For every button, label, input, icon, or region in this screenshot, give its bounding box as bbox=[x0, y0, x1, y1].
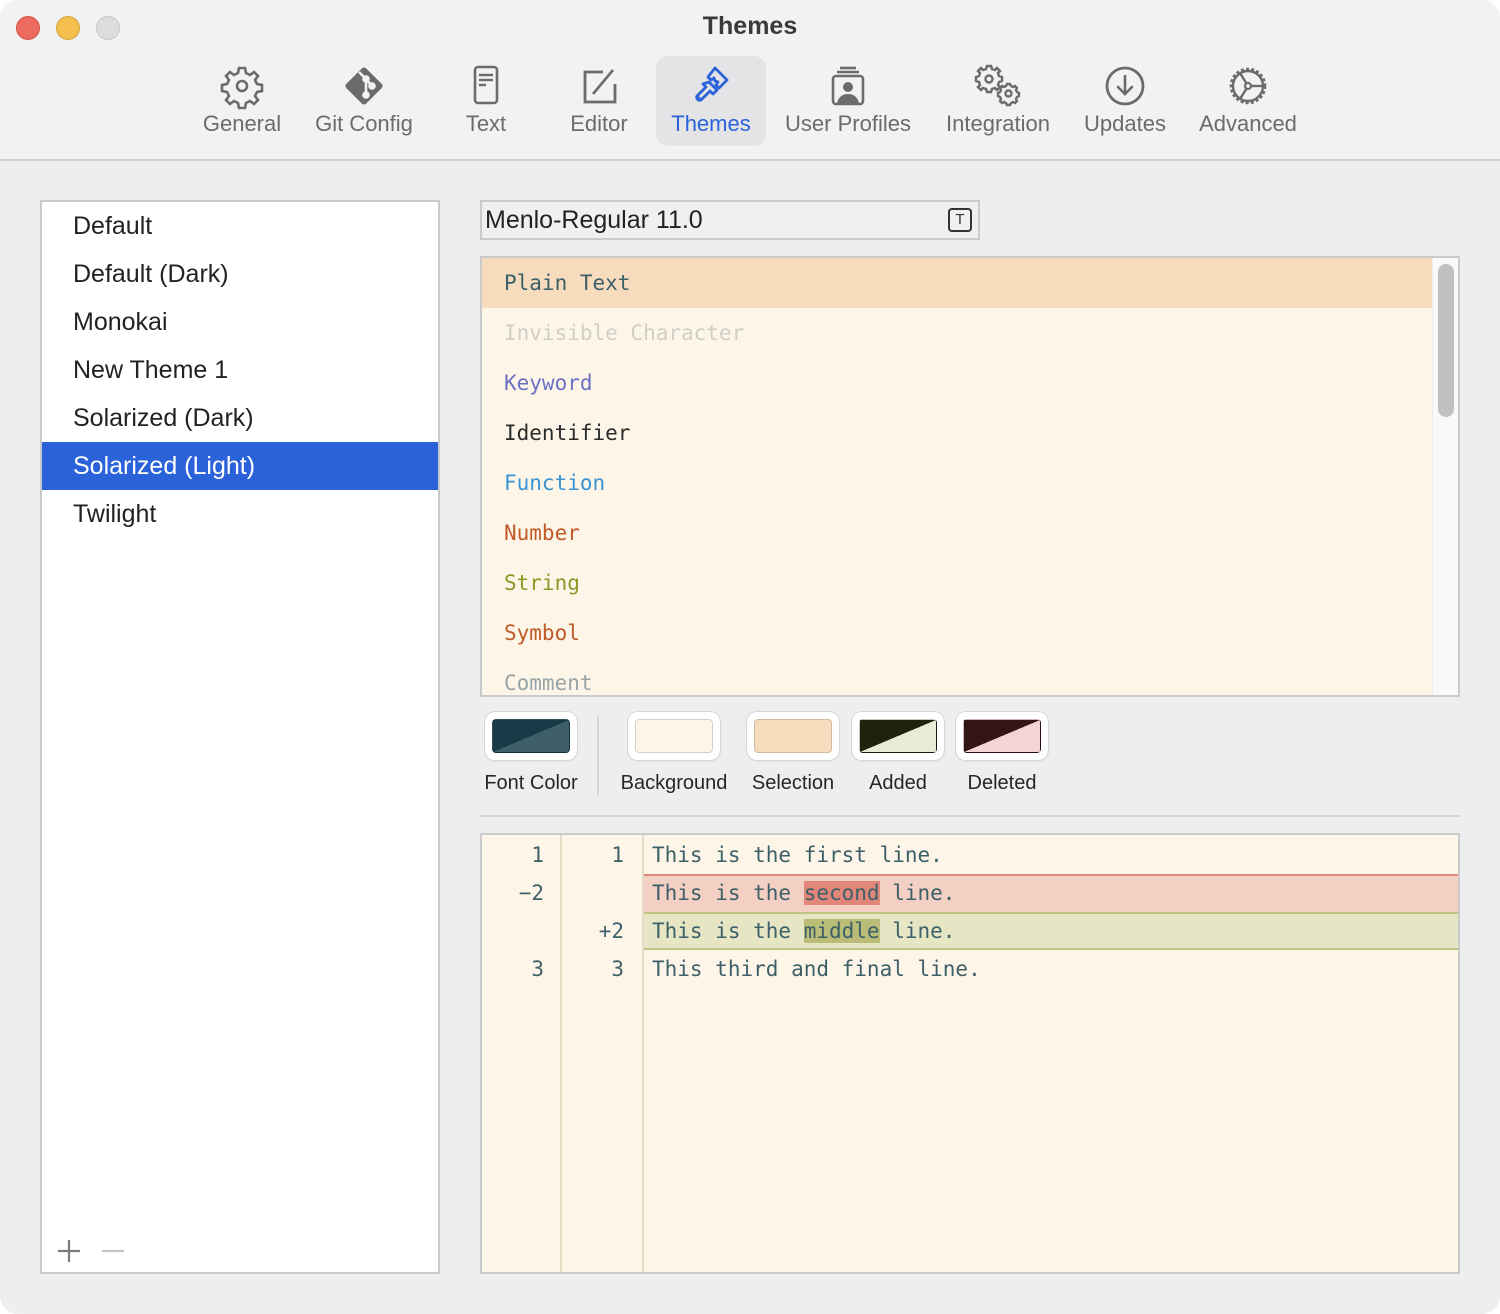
color-well-font-color[interactable] bbox=[485, 712, 577, 760]
color-sample bbox=[635, 719, 713, 753]
tab-integration[interactable]: Integration bbox=[936, 56, 1060, 146]
new-line-number: +2 bbox=[598, 919, 624, 943]
tab-updates[interactable]: Updates bbox=[1076, 56, 1174, 146]
new-line-number: 1 bbox=[611, 843, 624, 867]
tab-general-label: General bbox=[202, 111, 282, 136]
diff-text-after: line. bbox=[879, 919, 956, 943]
document-text-icon bbox=[473, 65, 499, 105]
git-icon bbox=[345, 67, 383, 105]
color-sample bbox=[754, 719, 832, 753]
syntax-element-row[interactable]: String bbox=[482, 558, 1432, 608]
diff-line-text: This is the second line. bbox=[652, 874, 955, 912]
tab-user-profiles-label: User Profiles bbox=[785, 111, 911, 136]
tab-editor-label: Editor bbox=[570, 111, 628, 136]
syntax-scrollbar-thumb[interactable] bbox=[1438, 264, 1454, 417]
tab-git-config-label: Git Config bbox=[315, 111, 413, 136]
theme-list-item-selected[interactable]: Solarized (Light) bbox=[42, 442, 438, 490]
color-well-frame bbox=[485, 712, 577, 760]
old-line-number: 1 bbox=[531, 843, 544, 867]
tab-text[interactable]: Text bbox=[440, 56, 532, 146]
syntax-element-row[interactable]: Keyword bbox=[482, 358, 1432, 408]
new-line-number: 3 bbox=[611, 957, 624, 981]
diff-text-after: line. bbox=[879, 881, 956, 905]
diff-line-deleted: −2 This is the second line. bbox=[482, 874, 1458, 912]
color-well-frame bbox=[852, 712, 944, 760]
diff-line-text: This third and final line. bbox=[652, 950, 981, 988]
diff-text-before: This is the bbox=[652, 919, 804, 943]
diff-line-added: +2 This is the middle line. bbox=[482, 912, 1458, 950]
diff-preview: 1 1 This is the first line. −2 This is the s… bbox=[480, 833, 1460, 1274]
theme-list[interactable]: Default Default (Dark) Monokai New Theme… bbox=[40, 200, 440, 1274]
user-profiles-icon bbox=[831, 66, 865, 106]
color-well-background[interactable] bbox=[628, 712, 720, 760]
tab-advanced-label: Advanced bbox=[1199, 111, 1297, 136]
diff-word-highlight: second bbox=[803, 881, 880, 905]
swatch-divider bbox=[597, 715, 599, 795]
diff-text-before: This is the first line. bbox=[652, 843, 943, 867]
diff-line-context: 1 1 This is the first line. bbox=[482, 836, 1458, 874]
old-line-number: −2 bbox=[518, 881, 544, 905]
color-well-deleted[interactable] bbox=[956, 712, 1048, 760]
theme-list-item[interactable]: Default (Dark) bbox=[42, 250, 438, 298]
color-well-frame bbox=[628, 712, 720, 760]
color-well-frame bbox=[956, 712, 1048, 760]
color-well-label: Deleted bbox=[967, 772, 1037, 794]
diff-word-highlight: middle bbox=[803, 919, 880, 943]
tab-themes-label: Themes bbox=[671, 111, 751, 136]
theme-list-item[interactable]: New Theme 1 bbox=[42, 346, 438, 394]
color-sample bbox=[492, 719, 570, 753]
section-divider bbox=[480, 815, 1460, 817]
tab-integration-label: Integration bbox=[946, 111, 1050, 136]
window-title: Themes bbox=[702, 12, 798, 40]
gear-icon bbox=[220, 66, 264, 110]
tab-themes[interactable]: Themes bbox=[656, 56, 766, 146]
syntax-element-row[interactable]: Invisible Character bbox=[482, 308, 1432, 358]
syntax-element-row[interactable]: Plain Text bbox=[482, 258, 1432, 308]
diff-line-text: This is the middle line. bbox=[652, 912, 955, 950]
syntax-element-row[interactable]: Identifier bbox=[482, 408, 1432, 458]
old-line-number: 3 bbox=[531, 957, 544, 981]
paintbrush-icon bbox=[695, 66, 729, 102]
syntax-element-row[interactable]: Symbol bbox=[482, 608, 1432, 658]
tab-git-config[interactable]: Git Config bbox=[306, 56, 422, 146]
edit-icon bbox=[583, 69, 617, 104]
color-sample bbox=[963, 719, 1041, 753]
tab-editor[interactable]: Editor bbox=[552, 56, 646, 146]
gears-icon bbox=[974, 64, 1021, 107]
themes-preferences-window: Themes General Git Config Text Editor Th… bbox=[0, 0, 1500, 1314]
syntax-element-row[interactable]: Number bbox=[482, 508, 1432, 558]
tab-general[interactable]: General bbox=[196, 56, 288, 146]
download-circle-icon bbox=[1105, 66, 1145, 106]
diff-text-before: This third and final line. bbox=[652, 957, 981, 981]
syntax-element-row[interactable]: Comment bbox=[482, 658, 1432, 695]
tab-user-profiles[interactable]: User Profiles bbox=[778, 56, 918, 146]
syntax-elements-list[interactable]: Plain Text Invisible Character Keyword Iden… bbox=[480, 256, 1460, 697]
color-well-frame bbox=[747, 712, 839, 760]
syntax-element-row[interactable]: Function bbox=[482, 458, 1432, 508]
advanced-gear-icon bbox=[1229, 67, 1267, 105]
theme-list-item[interactable]: Default bbox=[42, 202, 438, 250]
theme-list-item[interactable]: Twilight bbox=[42, 490, 438, 538]
color-well-selection[interactable] bbox=[747, 712, 839, 760]
color-well-label: Font Color bbox=[484, 772, 578, 794]
diff-text-before: This is the bbox=[652, 881, 804, 905]
color-sample bbox=[859, 719, 937, 753]
theme-list-item[interactable]: Solarized (Dark) bbox=[42, 394, 438, 442]
tab-text-label: Text bbox=[465, 111, 507, 136]
diff-line-context: 3 3 This third and final line. bbox=[482, 950, 1458, 988]
tab-updates-label: Updates bbox=[1084, 111, 1166, 136]
font-picker-button[interactable]: T bbox=[948, 208, 972, 232]
add-theme-button[interactable] bbox=[54, 1236, 84, 1266]
font-field[interactable]: Menlo-Regular 11.0 bbox=[480, 200, 980, 240]
theme-list-item[interactable]: Monokai bbox=[42, 298, 438, 346]
remove-theme-button[interactable] bbox=[98, 1236, 128, 1266]
diff-line-text: This is the first line. bbox=[652, 836, 943, 874]
titlebar: Themes General Git Config Text Editor Th… bbox=[0, 0, 1500, 161]
color-well-added[interactable] bbox=[852, 712, 944, 760]
tab-advanced[interactable]: Advanced bbox=[1192, 56, 1304, 146]
